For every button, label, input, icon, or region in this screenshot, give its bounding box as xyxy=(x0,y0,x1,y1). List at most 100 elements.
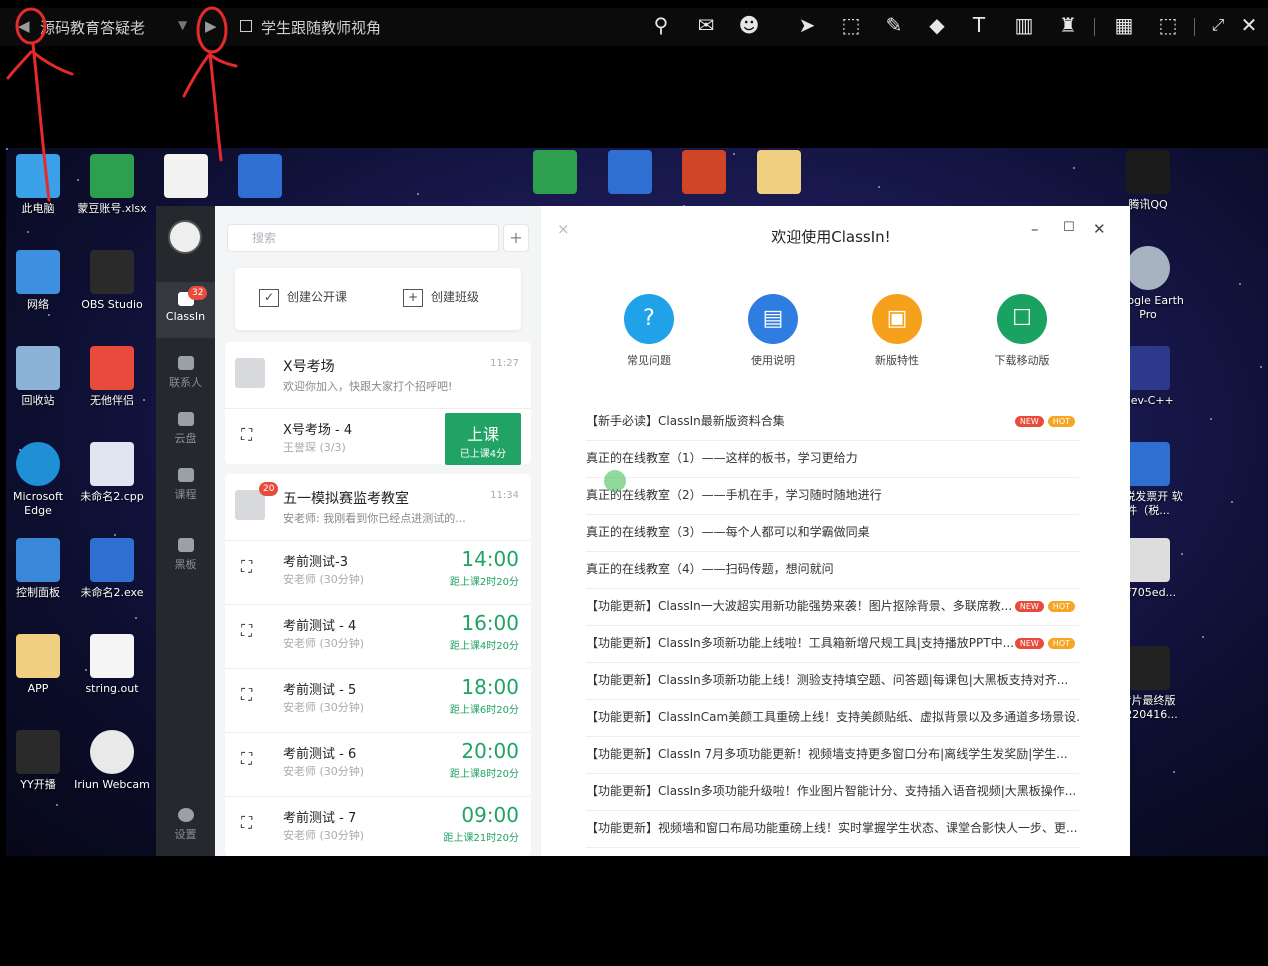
desktop-icon-app[interactable] xyxy=(222,154,298,202)
desktop-icon-label: 回收站 xyxy=(21,394,55,407)
lesson-teacher: 王誉琛 (3/3) xyxy=(283,441,346,454)
class-list-panel: 搜索 + ✓ 创建公开课 + 创建班级 X号考场 欢迎你加入，快跟大家打个招呼吧! … xyxy=(215,206,541,856)
desktop-icon-control-panel[interactable]: 控制面板 xyxy=(6,538,76,600)
user-icon[interactable]: ⚲ xyxy=(650,14,672,36)
add-button[interactable]: + xyxy=(503,224,529,252)
brush-icon[interactable]: ♜ xyxy=(1057,14,1079,36)
lesson-row[interactable]: ⛶ X号考场 - 4 王誉琛 (3/3) 上课 已上课4分 xyxy=(225,408,531,465)
lesson-row[interactable]: ⛶ 考前测试 - 5 安老师 (30分钟) 18:00 距上课6时20分 xyxy=(225,668,531,724)
lesson-icon: ⛶ xyxy=(241,749,253,768)
star xyxy=(1073,167,1075,169)
news-item[interactable]: 【功能更新】视频墙和窗口布局功能重磅上线！实时掌握学生状态、课堂合影快人一步、更… xyxy=(586,811,1079,848)
maximize-button[interactable]: ☐ xyxy=(1063,220,1075,235)
close-icon[interactable]: ✕ xyxy=(1238,14,1260,36)
desktop-icon-powerpoint[interactable] xyxy=(666,150,742,198)
lesson-row[interactable]: ⛶ 考前测试 - 7 安老师 (30分钟) 09:00 距上课21时20分 xyxy=(225,796,531,852)
news-item[interactable]: 真正的在线教室（1）——这样的板书，学习更给力 xyxy=(586,441,1079,478)
news-item[interactable]: 【功能更新】ClassIn多项新功能上线啦！工具箱新增尺规工具|支持播放PPT中… xyxy=(586,626,1079,663)
lesson-teacher: 安老师 (30分钟) xyxy=(283,573,365,586)
download-mobile-button[interactable]: ☐ 下载移动版 xyxy=(977,294,1067,368)
classin-sidebar: ClassIn 32 联系人 云盘 课程 黑板 设置 xyxy=(156,206,215,856)
desktop-icon-obs[interactable]: OBS Studio xyxy=(74,250,150,312)
qq-icon xyxy=(1126,150,1170,194)
nav-courses[interactable]: 课程 xyxy=(156,462,215,512)
desktop-icon-qq[interactable]: 腾讯QQ xyxy=(1110,150,1186,212)
trash-icon[interactable]: ▥ xyxy=(1013,14,1035,36)
nav-settings[interactable]: 设置 xyxy=(156,804,215,846)
pen-icon[interactable]: ✎ xyxy=(883,14,905,36)
window-icon xyxy=(238,154,282,198)
presentation-icon: ▣ xyxy=(872,294,922,344)
toolbar-divider xyxy=(1194,18,1195,36)
desktop-icon-excel[interactable] xyxy=(517,150,593,198)
news-item[interactable]: 【功能更新】ClassInCam美颜工具重磅上线！支持美颜贴纸、虚拟背景以及多通… xyxy=(586,700,1079,737)
action-label: 创建公开课 xyxy=(287,290,348,304)
crop-icon[interactable]: ⬚ xyxy=(1157,14,1179,36)
nav-blackboard[interactable]: 黑板 xyxy=(156,532,215,582)
news-title: 【功能更新】ClassIn 7月多项功能更新！视频墙支持更多窗口分布|离线学生发… xyxy=(586,747,1068,761)
enter-class-button[interactable]: 上课 已上课4分 xyxy=(445,413,521,465)
lesson-icon: ⛶ xyxy=(241,685,253,704)
lesson-row[interactable]: ⛶ 考前测试-3 安老师 (30分钟) 14:00 距上课2时20分 xyxy=(225,540,531,596)
create-open-class-button[interactable]: ✓ 创建公开课 xyxy=(259,288,347,307)
eraser-icon[interactable]: ◆ xyxy=(926,14,948,36)
next-room-button[interactable]: ▶ xyxy=(205,17,217,35)
class-header[interactable]: 20 五一模拟赛监考教室 安老师: 我刚看到你已经点进测试的... 11:34 xyxy=(225,474,531,540)
desktop-icon-exe[interactable]: 未命名2.exe xyxy=(74,538,150,600)
room-name-label[interactable]: 源码教育答疑老 xyxy=(40,17,145,38)
chat-icon[interactable]: ✉ xyxy=(695,14,717,36)
text-icon[interactable]: T xyxy=(968,14,990,36)
layout-icon[interactable]: ▦ xyxy=(1113,14,1135,36)
desktop-icon-app-folder[interactable]: APP xyxy=(6,634,76,696)
expand-icon[interactable]: ⤢ xyxy=(1207,14,1229,36)
nav-classin[interactable]: ClassIn 32 xyxy=(156,282,215,338)
news-item[interactable]: 【功能更新】ClassIn一大波超实用新功能强势来袭！图片抠除背景、多联席教..… xyxy=(586,589,1079,626)
desktop-icon-recycle-bin[interactable]: 回收站 xyxy=(6,346,76,408)
desktop-icon-ai[interactable] xyxy=(741,150,817,198)
follow-view-checkbox[interactable] xyxy=(240,20,252,32)
room-dropdown-icon[interactable]: ▼ xyxy=(178,18,187,32)
news-item[interactable]: 真正的在线教室（3）——每个人都可以和学霸做同桌 xyxy=(586,515,1079,552)
star xyxy=(56,804,58,806)
star xyxy=(1260,366,1262,368)
nav-cloud[interactable]: 云盘 xyxy=(156,406,215,456)
faq-button[interactable]: ? 常见问题 xyxy=(604,294,694,368)
class-card: 20 五一模拟赛监考教室 安老师: 我刚看到你已经点进测试的... 11:34 … xyxy=(225,474,531,856)
window-close-button[interactable]: ✕ xyxy=(1093,220,1106,238)
news-item[interactable]: 真正的在线教室（2）——手机在手，学习随时随地进行 xyxy=(586,478,1079,515)
webcam-icon xyxy=(90,730,134,774)
news-item[interactable]: 【功能更新】ClassIn 7月多项功能更新！视频墙支持更多窗口分布|离线学生发… xyxy=(586,737,1079,774)
create-class-button[interactable]: + 创建班级 xyxy=(403,288,479,307)
lesson-teacher: 安老师 (30分钟) xyxy=(283,765,365,778)
news-item[interactable]: 【功能更新】ClassIn多项功能升级啦！作业图片智能计分、支持插入语音视频|大… xyxy=(586,774,1079,811)
desktop-icon-string-out[interactable]: string.out xyxy=(74,634,150,696)
news-item[interactable]: 真正的在线教室（4）——扫码传题，想问就问 xyxy=(586,552,1079,589)
manual-button[interactable]: ▤ 使用说明 xyxy=(728,294,818,368)
news-item[interactable]: 【新手必读】ClassIn最新版资料合集 NEW HOT xyxy=(586,404,1079,441)
nav-contacts[interactable]: 联系人 xyxy=(156,350,215,400)
class-header[interactable]: X号考场 欢迎你加入，快跟大家打个招呼吧! 11:27 xyxy=(225,342,531,408)
desktop-icon-xlsx[interactable]: 蒙豆账号.xlsx xyxy=(74,154,150,216)
select-icon[interactable]: ⬚ xyxy=(840,14,862,36)
desktop-icon-wuta[interactable]: 无他伴侣 xyxy=(74,346,150,408)
desktop-icon-iriun[interactable]: Iriun Webcam xyxy=(74,730,150,792)
desktop-icon-word[interactable] xyxy=(592,150,668,198)
prev-room-button[interactable]: ◀ xyxy=(18,17,30,35)
desktop-icon-cpp[interactable]: 未命名2.cpp xyxy=(74,442,150,504)
desktop-icon-edge[interactable]: Microsoft Edge xyxy=(6,442,76,518)
lesson-row[interactable]: ⛶ 考前测试 - 4 安老师 (30分钟) 16:00 距上课4时20分 xyxy=(225,604,531,660)
users-icon[interactable]: ☻ xyxy=(738,14,760,36)
news-item[interactable]: 【功能更新】ClassIn多项新功能上线！测验支持填空题、问答题|每课包|大黑板… xyxy=(586,663,1079,700)
desktop-icon-yy[interactable]: YY开播 xyxy=(6,730,76,792)
desktop-icon-label: string.out xyxy=(85,682,139,695)
desktop-icon-network[interactable]: 网络 xyxy=(6,250,76,312)
minimize-button[interactable]: – xyxy=(1031,220,1039,238)
star xyxy=(1173,771,1175,773)
new-features-button[interactable]: ▣ 新版特性 xyxy=(852,294,942,368)
search-input[interactable]: 搜索 xyxy=(227,224,499,252)
desktop-icon-this-pc[interactable]: 此电脑 xyxy=(6,154,76,216)
lesson-row[interactable]: ⛶ 考前测试 - 6 安老师 (30分钟) 20:00 距上课8时20分 xyxy=(225,732,531,788)
pointer-icon[interactable]: ➤ xyxy=(796,14,818,36)
user-avatar[interactable] xyxy=(168,220,202,254)
desktop-icon-blank-file[interactable] xyxy=(148,154,224,202)
